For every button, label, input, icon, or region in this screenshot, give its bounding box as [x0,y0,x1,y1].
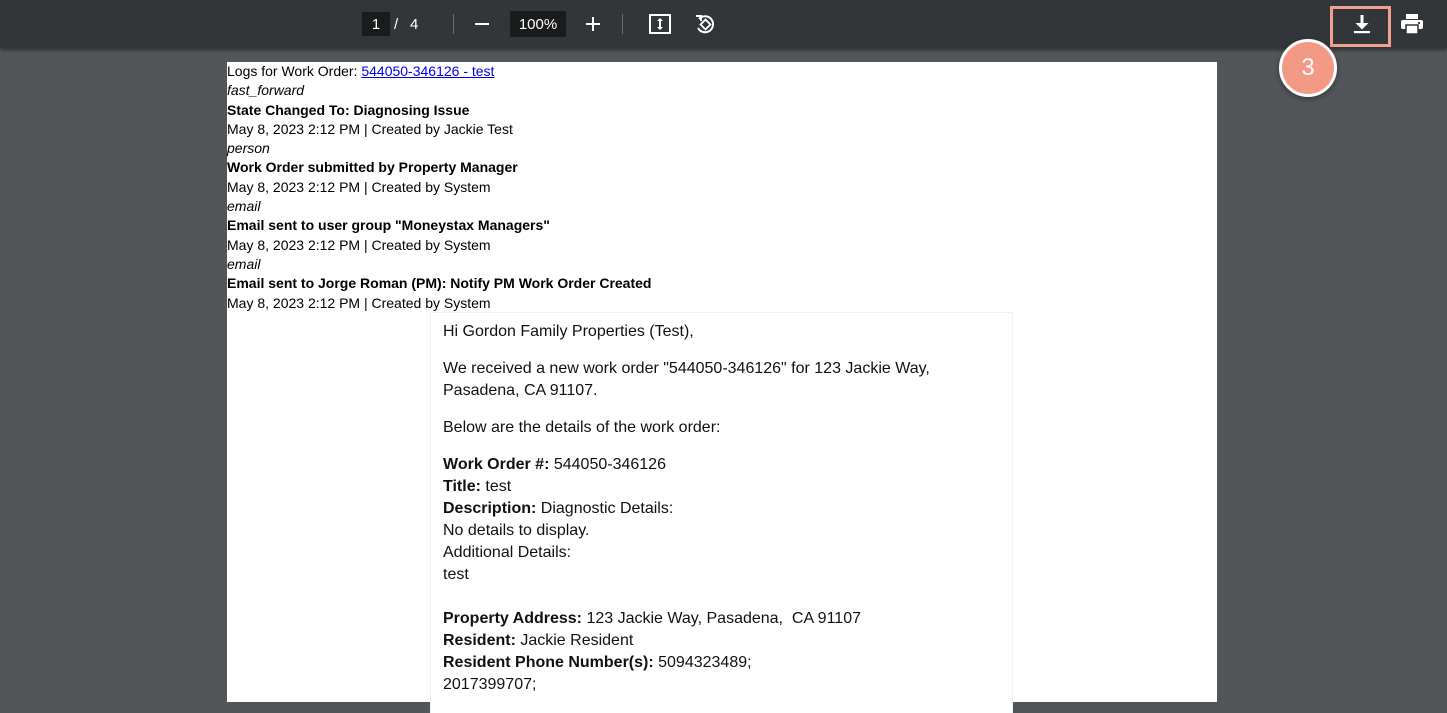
rotate-icon [696,15,715,34]
page-number-input[interactable]: 1 [362,12,390,36]
zoom-in-icon [586,17,600,31]
zoom-in-button[interactable] [581,12,605,36]
detail-title: Title: test [443,478,512,495]
detail-work-order: Work Order #: 544050-346126 [443,456,666,473]
print-icon [1401,14,1423,35]
total-pages: 4 [410,15,419,33]
pdf-toolbar: 1 / 4 100% [0,0,1447,48]
print-button[interactable] [1398,10,1426,38]
zoom-out-button[interactable] [470,12,494,36]
email-greeting: Hi Gordon Family Properties (Test), [443,323,694,340]
detail-description: Description: Diagnostic Details: [443,500,674,517]
log-entry-icon-label: email [227,255,261,272]
log-entry-title: Email sent to Jorge Roman (PM): Notify P… [227,275,652,292]
download-highlight-box [1330,6,1391,47]
log-entry-meta: May 8, 2023 2:12 PM | Created by Jackie … [227,120,513,137]
zoom-level-input[interactable]: 100% [510,11,566,37]
page-separator: / [394,15,399,33]
log-header-label: Logs for Work Order: [227,63,358,79]
detail-description-line: test [443,566,469,583]
email-intro-line: We received a new work order "544050-346… [443,360,930,377]
fit-page-icon [649,14,671,34]
log-entry-meta: May 8, 2023 2:12 PM | Created by System [227,178,491,195]
toolbar-divider [453,14,454,34]
detail-phone-line: 2017399707; [443,676,537,693]
detail-resident: Resident: Jackie Resident [443,632,634,649]
log-entry-meta: May 8, 2023 2:12 PM | Created by System [227,294,491,311]
zoom-out-icon [475,23,489,25]
toolbar-divider [622,14,623,34]
work-order-link[interactable]: 544050-346126 - test [361,63,494,79]
detail-description-line: Additional Details: [443,544,572,561]
log-entry-title: Email sent to user group "Moneystax Mana… [227,217,550,234]
log-entry-icon-label: person [227,140,270,157]
pdf-page: Logs for Work Order: 544050-346126 - tes… [227,62,1217,713]
detail-address: Property Address: 123 Jackie Way, Pasade… [443,610,861,627]
step-badge: 3 [1279,39,1337,97]
log-entry-title: Work Order submitted by Property Manager [227,159,518,176]
email-intro-line: Pasadena, CA 91107. [443,382,598,399]
work-order-log: Logs for Work Order: 544050-346126 - tes… [227,62,927,313]
log-header: Logs for Work Order: 544050-346126 - tes… [227,62,927,81]
detail-spacer [443,586,983,608]
email-details-intro: Below are the details of the work order: [443,419,721,436]
log-entry-meta: May 8, 2023 2:12 PM | Created by System [227,236,491,253]
log-entry-icon-label: email [227,198,261,215]
detail-phone: Resident Phone Number(s): 5094323489; [443,654,752,671]
email-intro: We received a new work order "544050-346… [443,358,983,402]
email-body: Hi Gordon Family Properties (Test), We r… [431,313,1012,713]
fit-to-page-button[interactable] [647,11,673,37]
log-entry-title: State Changed To: Diagnosing Issue [227,101,470,118]
detail-description-line: No details to display. [443,522,590,539]
log-entry-icon-label: fast_forward [227,82,305,99]
work-order-details: Work Order #: 544050-346126 Title: test … [443,454,983,696]
rotate-button[interactable] [692,11,718,37]
